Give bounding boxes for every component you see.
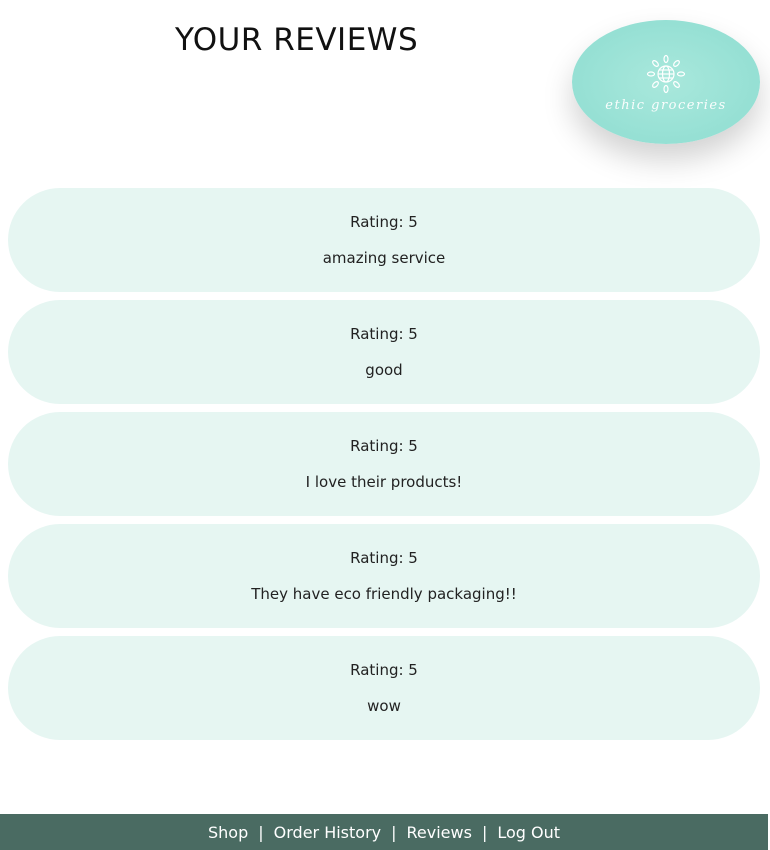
review-text: good — [365, 361, 403, 379]
footer-link-reviews[interactable]: Reviews — [407, 823, 472, 842]
review-rating: Rating: 5 — [350, 325, 418, 343]
footer-separator: | — [481, 822, 488, 842]
footer-link-log-out[interactable]: Log Out — [497, 823, 560, 842]
review-card: Rating: 5 amazing service — [8, 188, 760, 292]
review-text: They have eco friendly packaging!! — [251, 585, 517, 603]
footer-link-shop[interactable]: Shop — [208, 823, 248, 842]
review-card: Rating: 5 They have eco friendly packagi… — [8, 524, 760, 628]
page-title: YOUR REVIEWS — [175, 22, 419, 58]
brand-logo[interactable]: ethic groceries — [572, 20, 760, 144]
review-card: Rating: 5 wow — [8, 636, 760, 740]
footer-separator: | — [391, 822, 397, 842]
reviews-list: Rating: 5 amazing service Rating: 5 good… — [8, 188, 760, 748]
review-rating: Rating: 5 — [350, 213, 418, 231]
review-card: Rating: 5 I love their products! — [8, 412, 760, 516]
footer-separator: | — [258, 822, 264, 842]
brand-logo-text: ethic groceries — [605, 97, 727, 113]
review-rating: Rating: 5 — [350, 437, 418, 455]
review-text: amazing service — [322, 249, 446, 267]
review-text: I love their products! — [305, 473, 463, 491]
globe-flower-icon — [646, 54, 686, 93]
review-card: Rating: 5 good — [8, 300, 760, 404]
footer-link-order-history[interactable]: Order History — [274, 823, 381, 842]
review-rating: Rating: 5 — [350, 661, 418, 679]
review-text: wow — [367, 697, 401, 715]
review-rating: Rating: 5 — [350, 549, 418, 567]
footer-nav: Shop | Order History | Reviews | Log Out — [0, 814, 768, 850]
